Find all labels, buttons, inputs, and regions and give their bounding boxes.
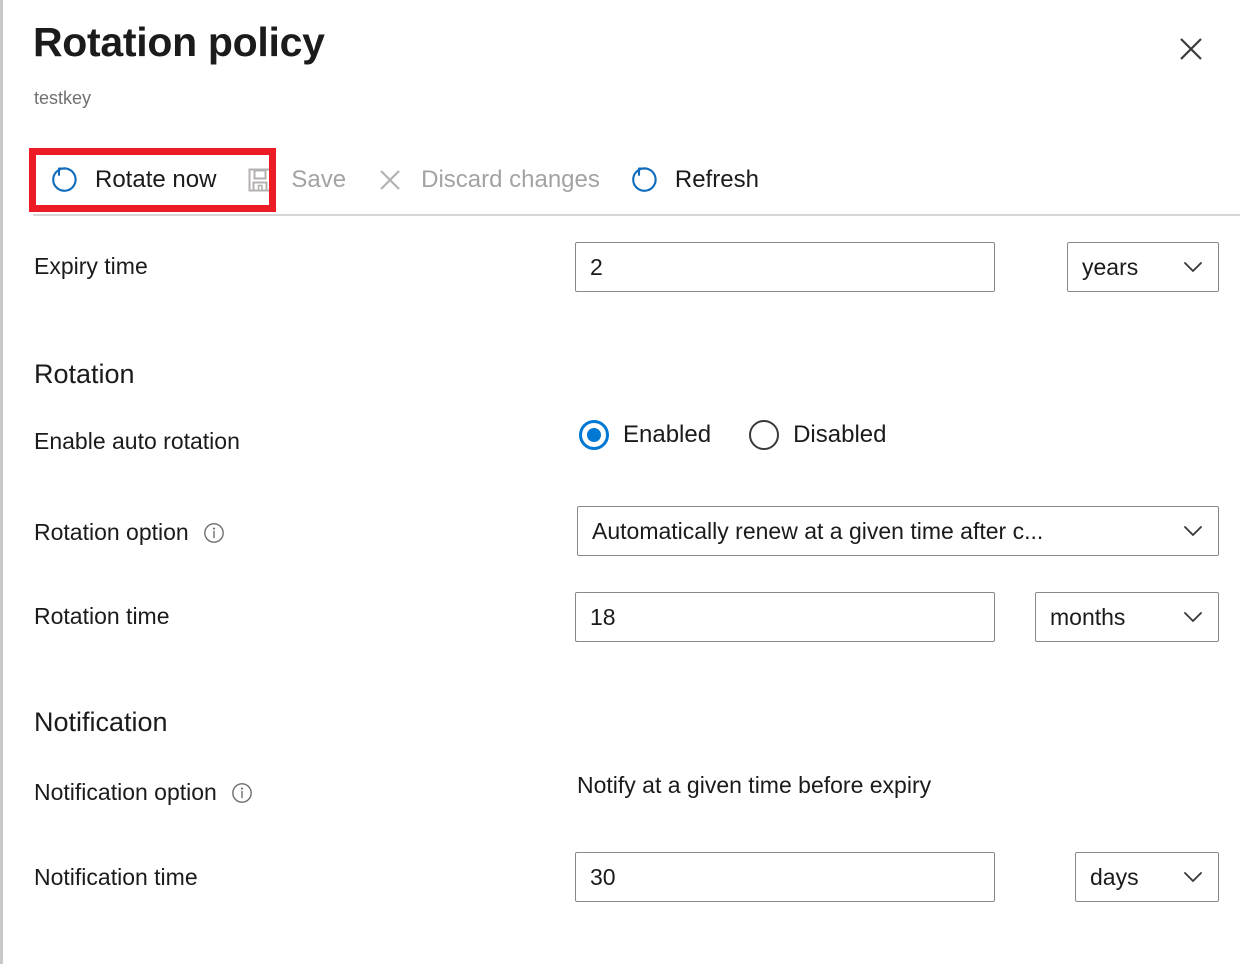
radio-disabled[interactable]: Disabled [749, 420, 886, 450]
enable-auto-rotation-label: Enable auto rotation [34, 428, 240, 455]
discard-changes-label: Discard changes [421, 166, 600, 194]
refresh-button[interactable]: Refresh [613, 152, 772, 208]
page-subtitle: testkey [34, 88, 91, 109]
rotation-option-dropdown[interactable]: Automatically renew at a given time afte… [577, 506, 1219, 556]
notification-time-input[interactable] [575, 852, 995, 902]
info-icon[interactable] [203, 522, 225, 544]
chevron-down-icon [1180, 604, 1206, 630]
toolbar-divider [33, 214, 1240, 216]
refresh-icon [627, 163, 661, 197]
expiry-time-unit-dropdown[interactable]: years [1067, 242, 1219, 292]
save-button[interactable]: Save [229, 152, 359, 208]
notification-option-value: Notify at a given time before expiry [577, 772, 931, 799]
radio-enabled-mark [579, 420, 609, 450]
expiry-time-unit-value: years [1082, 254, 1170, 281]
notification-time-label: Notification time [34, 864, 198, 891]
rotate-icon [47, 163, 81, 197]
discard-changes-button[interactable]: Discard changes [359, 152, 613, 208]
rotate-now-label: Rotate now [95, 166, 216, 194]
expiry-time-label: Expiry time [34, 253, 148, 280]
rotation-section-heading: Rotation [34, 359, 135, 390]
rotation-time-unit-value: months [1050, 604, 1170, 631]
notification-time-unit-dropdown[interactable]: days [1075, 852, 1219, 902]
rotate-now-button[interactable]: Rotate now [33, 152, 229, 208]
rotation-option-value: Automatically renew at a given time afte… [592, 518, 1170, 545]
chevron-down-icon [1180, 518, 1206, 544]
rotation-policy-blade: Rotation policy testkey Rotate now [0, 0, 1240, 964]
chevron-down-icon [1180, 254, 1206, 280]
rotation-time-unit-dropdown[interactable]: months [1035, 592, 1219, 642]
radio-disabled-label: Disabled [793, 421, 886, 449]
notification-section-heading: Notification [34, 707, 168, 738]
rotation-time-label: Rotation time [34, 603, 170, 630]
radio-enabled[interactable]: Enabled [579, 420, 711, 450]
command-toolbar: Rotate now Save Discard changes [33, 152, 772, 208]
refresh-label: Refresh [675, 166, 759, 194]
enable-auto-rotation-radio-group: Enabled Disabled [579, 420, 886, 450]
close-button[interactable] [1174, 34, 1208, 68]
save-label: Save [291, 166, 346, 194]
radio-disabled-mark [749, 420, 779, 450]
notification-time-unit-value: days [1090, 864, 1170, 891]
rotation-option-label: Rotation option [34, 519, 225, 546]
close-icon [1175, 33, 1207, 70]
page-title: Rotation policy [33, 20, 325, 65]
expiry-time-input[interactable] [575, 242, 995, 292]
save-icon [243, 163, 277, 197]
discard-icon [373, 163, 407, 197]
notification-option-label: Notification option [34, 779, 253, 806]
chevron-down-icon [1180, 864, 1206, 890]
info-icon[interactable] [231, 782, 253, 804]
radio-enabled-label: Enabled [623, 421, 711, 449]
rotation-time-input[interactable] [575, 592, 995, 642]
